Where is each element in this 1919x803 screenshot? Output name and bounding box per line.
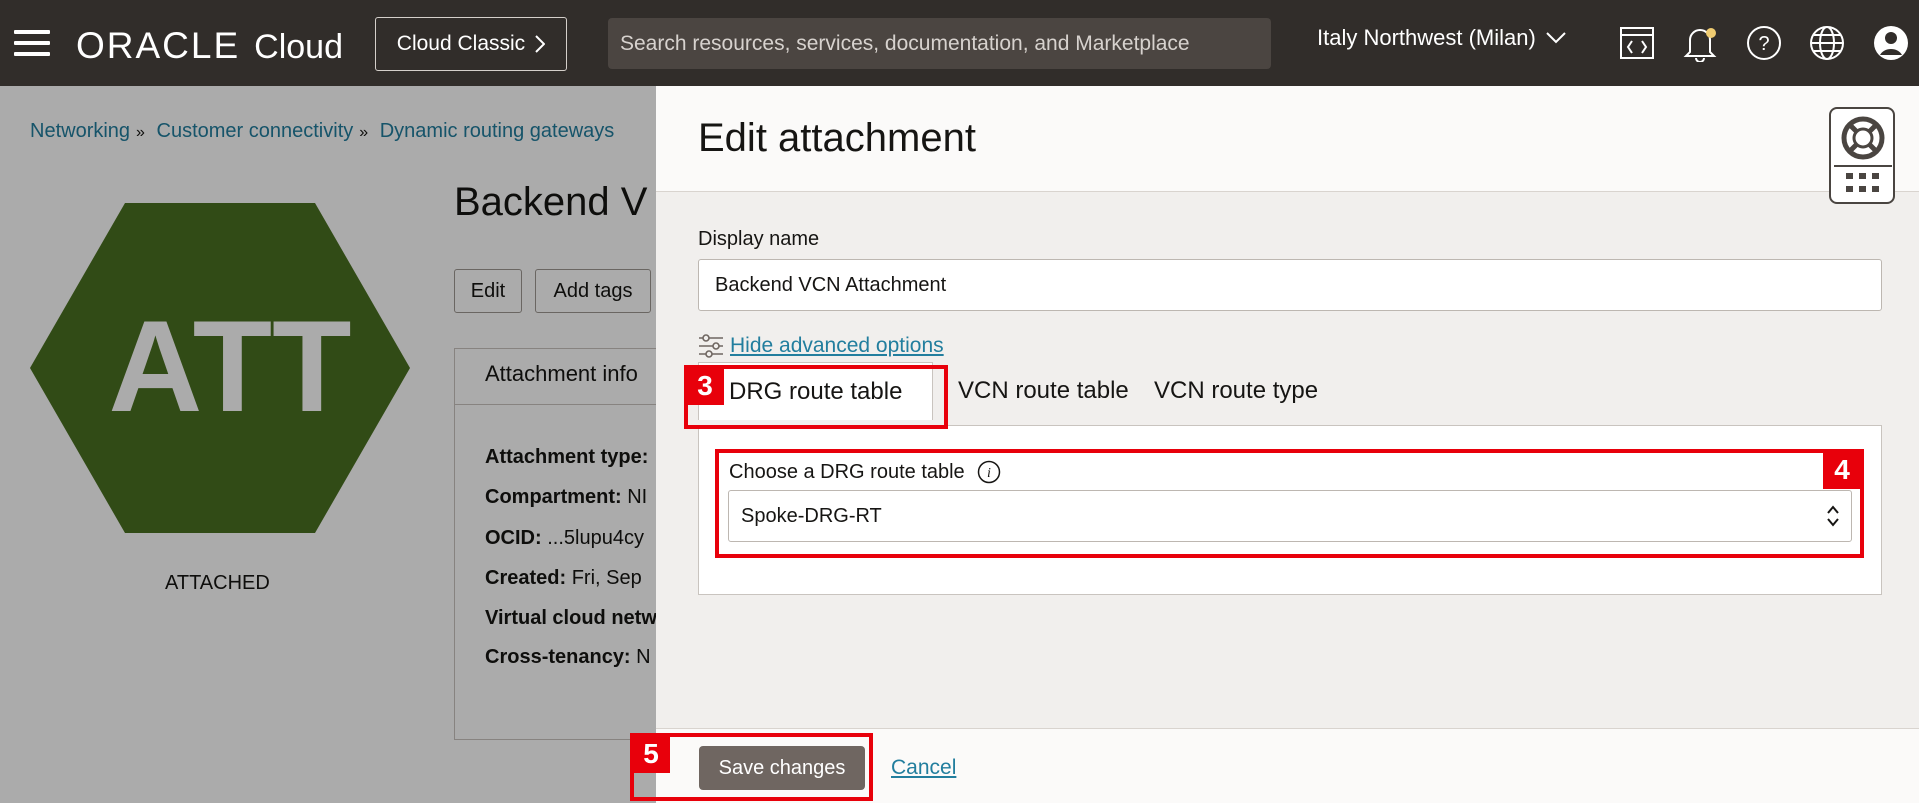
info-value: ...5lupu4cy	[547, 527, 644, 549]
help-icon[interactable]: ?	[1743, 22, 1785, 64]
info-key: Attachment type:	[485, 446, 649, 468]
tab-vcn-route-type[interactable]: VCN route type	[1154, 362, 1318, 420]
info-row-compartment: Compartment: NI	[485, 486, 647, 509]
top-navigation-bar: ORACLE Cloud Cloud Classic Search resour…	[0, 0, 1919, 86]
annotation-badge-4: 4	[1823, 451, 1861, 489]
cancel-link[interactable]: Cancel	[891, 756, 956, 780]
annotation-badge-5: 5	[632, 735, 670, 773]
sliders-icon	[699, 334, 723, 358]
add-tags-button[interactable]: Add tags	[535, 269, 651, 313]
search-input[interactable]: Search resources, services, documentatio…	[608, 18, 1271, 69]
annotation-box-4	[715, 449, 1864, 558]
info-key: Virtual cloud netw	[485, 607, 657, 629]
info-key: Created:	[485, 567, 567, 589]
attachment-hexagon-icon: ATT	[30, 203, 410, 533]
cloud-classic-label: Cloud Classic	[396, 32, 526, 55]
hex-label: ATT	[108, 293, 351, 439]
cloud-classic-button[interactable]: Cloud Classic	[375, 17, 567, 71]
info-key: Compartment:	[485, 486, 622, 508]
display-name-input[interactable]: Backend VCN Attachment	[698, 259, 1882, 311]
region-selector[interactable]: Italy Northwest (Milan)	[1317, 25, 1566, 51]
display-name-value: Backend VCN Attachment	[715, 273, 947, 296]
brand-oracle: ORACLE	[76, 25, 241, 66]
widget-divider	[1834, 165, 1892, 167]
tab-vcn-route-table[interactable]: VCN route table	[958, 362, 1129, 420]
info-key: Cross-tenancy:	[485, 646, 631, 668]
code-editor-icon[interactable]	[1616, 22, 1658, 64]
language-globe-icon[interactable]	[1806, 22, 1848, 64]
edit-button[interactable]: Edit	[454, 269, 522, 313]
brand-cloud: Cloud	[254, 28, 343, 66]
user-profile-icon[interactable]	[1870, 22, 1912, 64]
breadcrumb-separator: »	[359, 124, 369, 141]
breadcrumb-dynamic-routing-gateways[interactable]: Dynamic routing gateways	[380, 120, 615, 142]
info-row-cross-tenancy: Cross-tenancy: N	[485, 646, 651, 669]
info-row-created: Created: Fri, Sep	[485, 567, 642, 590]
annotation-badge-3: 3	[686, 367, 724, 405]
breadcrumb-customer-connectivity[interactable]: Customer connectivity	[157, 120, 354, 142]
panel-header: Edit attachment	[656, 86, 1919, 192]
notifications-bell-icon[interactable]	[1679, 22, 1721, 64]
info-value: NI	[627, 486, 648, 508]
display-name-label: Display name	[698, 228, 820, 250]
apps-grid-icon	[1846, 173, 1879, 192]
info-value: Fri, Sep	[571, 567, 642, 589]
region-label: Italy Northwest (Milan)	[1317, 25, 1536, 50]
panel-title: Edit attachment	[698, 116, 976, 160]
svg-text:?: ?	[1758, 33, 1769, 55]
page-title: Backend V	[454, 180, 648, 224]
chevron-right-icon	[535, 35, 546, 53]
breadcrumb-separator: »	[136, 124, 145, 141]
info-value: N	[636, 646, 651, 668]
breadcrumb: Networking » Customer connectivity » Dynam…	[30, 120, 614, 143]
status-label: ATTACHED	[165, 572, 270, 594]
hide-advanced-options-link[interactable]: Hide advanced options	[698, 333, 944, 359]
menu-hamburger-icon[interactable]	[14, 30, 50, 56]
chevron-down-icon	[1546, 32, 1566, 44]
help-widget[interactable]	[1829, 107, 1895, 204]
breadcrumb-networking[interactable]: Networking	[30, 120, 130, 142]
info-row-attachment-type: Attachment type:	[485, 446, 648, 469]
info-key: OCID:	[485, 527, 542, 549]
hide-advanced-options-label: Hide advanced options	[730, 334, 944, 357]
info-row-virtual-cloud-network: Virtual cloud netw	[485, 607, 657, 630]
oracle-cloud-logo[interactable]: ORACLE Cloud	[76, 25, 343, 66]
search-placeholder: Search resources, services, documentatio…	[620, 31, 1190, 55]
info-row-ocid: OCID: ...5lupu4cy	[485, 527, 644, 550]
lifebuoy-icon	[1841, 116, 1885, 160]
edit-attachment-panel: Edit attachment Display name Backend VCN…	[656, 86, 1919, 803]
